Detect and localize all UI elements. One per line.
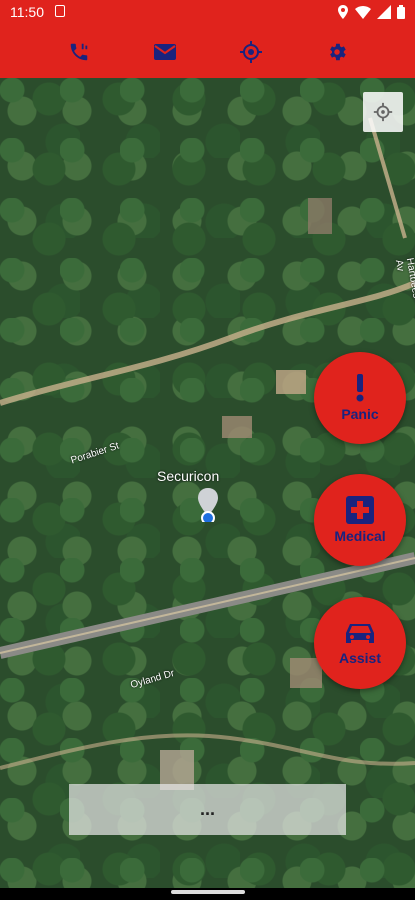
location-pin-icon[interactable] xyxy=(196,488,220,522)
settings-button[interactable] xyxy=(324,39,350,65)
panic-button[interactable]: Panic xyxy=(314,352,406,444)
location-icon xyxy=(338,5,348,19)
crosshair-icon xyxy=(373,102,393,122)
signal-icon xyxy=(377,5,391,19)
sim-icon xyxy=(55,5,65,17)
mail-icon xyxy=(154,44,176,60)
assist-label: Assist xyxy=(338,650,382,666)
exclamation-icon xyxy=(356,374,364,402)
phone-call-button[interactable] xyxy=(66,39,92,65)
panic-label: Panic xyxy=(341,406,379,422)
status-time: 11:50 xyxy=(10,4,44,20)
my-location-button[interactable] xyxy=(363,92,403,132)
wifi-icon xyxy=(355,6,371,19)
mail-button[interactable] xyxy=(152,39,178,65)
settings-icon xyxy=(330,43,346,61)
gps-target-icon xyxy=(240,41,262,63)
medical-label: Medical xyxy=(334,528,386,544)
status-bar: 11:50 xyxy=(0,0,415,26)
medical-cross-icon xyxy=(346,496,374,524)
bottom-panel-text: ... xyxy=(199,799,215,819)
car-icon xyxy=(346,624,374,643)
phone-call-icon xyxy=(70,43,88,61)
medical-button[interactable]: Medical xyxy=(314,474,406,566)
battery-icon xyxy=(397,5,405,19)
assist-button[interactable]: Assist xyxy=(314,597,406,689)
place-label: Securicon xyxy=(157,468,220,484)
gps-target-button[interactable] xyxy=(238,39,264,65)
top-toolbar xyxy=(0,26,415,78)
bottom-info-panel[interactable]: ... xyxy=(69,784,346,835)
status-icons xyxy=(337,5,405,19)
home-gesture-handle[interactable] xyxy=(171,890,245,894)
